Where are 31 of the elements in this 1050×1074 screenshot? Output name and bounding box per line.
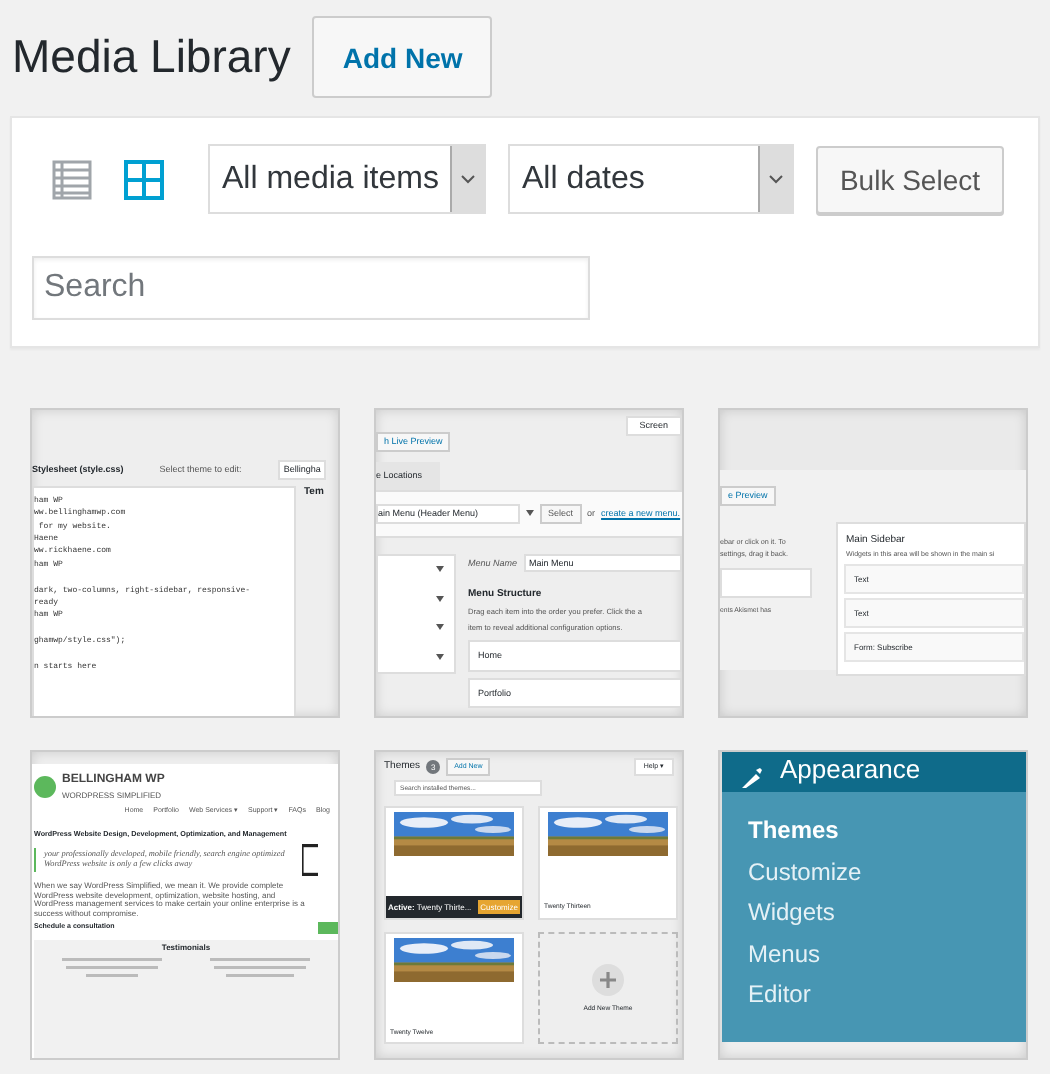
admin-menu-thumbnail[interactable]: Appearance Themes Customize Widgets Menus Editor [718,750,1028,1060]
caret-icon [436,624,444,631]
call-to-action-button [318,921,338,934]
add-new-button[interactable]: Add New [312,16,493,98]
device-drawing [302,840,318,881]
filter-dropdown[interactable]: All dates [508,144,794,214]
plus-icon [592,964,624,997]
filter-dropdown[interactable]: All media items [208,144,486,214]
chevron-down-icon [768,174,784,184]
caret-icon [526,510,534,517]
list-view-icon[interactable] [52,159,92,199]
bulk-select-button[interactable]: Bulk Select [816,145,1004,213]
logo-icon [34,775,56,798]
page-title: Media Library [12,30,291,84]
caret-icon [436,653,444,660]
menu-heading: Appearance [780,754,921,788]
submenu-item: Menus [748,937,823,971]
chevron-down-icon [460,174,477,184]
search-field[interactable]: Search [32,256,590,320]
menus-thumbnail[interactable] [374,408,684,718]
brush-icon [742,768,762,788]
caret-icon [436,566,444,573]
submenu-item: Editor [748,978,813,1012]
caret-icon [436,595,444,602]
website-thumbnail[interactable] [30,750,340,1060]
submenu-item: Widgets [748,896,837,930]
grid-view-icon[interactable] [124,159,164,199]
submenu-item: Customize [748,855,864,889]
submenu-item: Themes [748,814,841,848]
widget-area-box [720,568,812,599]
code-editor-thumbnail[interactable] [30,408,340,718]
